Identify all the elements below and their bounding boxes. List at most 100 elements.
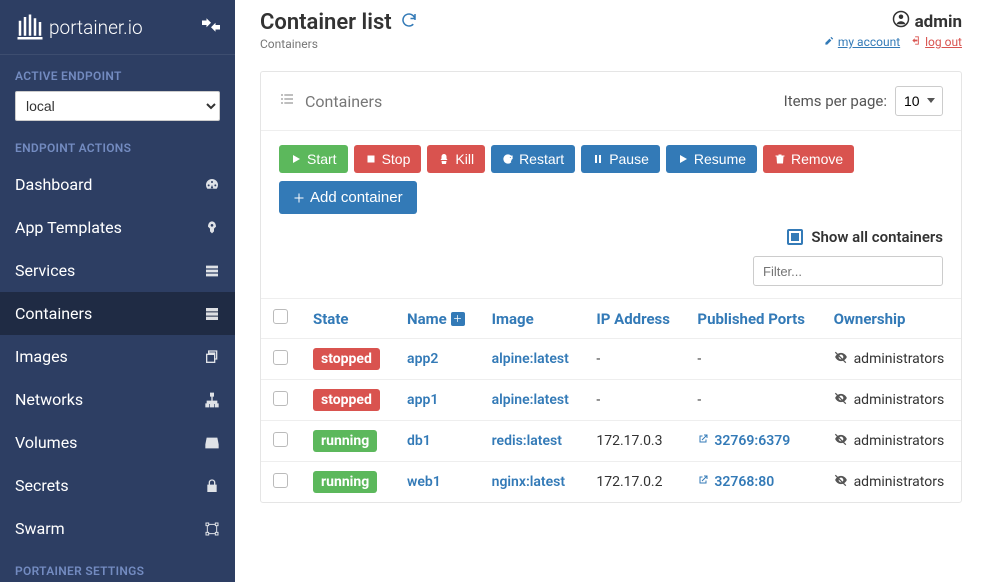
eye-slash-icon [834, 391, 848, 409]
sidebar-item-label: Services [15, 261, 75, 280]
show-all-checkbox[interactable] [787, 229, 803, 245]
eye-slash-icon [834, 350, 848, 368]
logo-text: portainer.io [49, 16, 143, 39]
table-row: running db1 redis:latest 172.17.0.3 32769:63… [261, 421, 961, 462]
endpoint-actions-label: ENDPOINT ACTIONS [0, 127, 235, 163]
sidebar-item-label: Dashboard [15, 175, 92, 194]
col-name[interactable]: Name [395, 299, 480, 339]
endpoint-select[interactable]: local [15, 91, 220, 121]
table-row: stoppedapp2alpine:latest--administrators [261, 339, 961, 380]
image-link[interactable]: redis:latest [492, 433, 562, 449]
row-checkbox[interactable] [273, 432, 288, 447]
container-name-link[interactable]: web1 [407, 474, 441, 490]
items-per-page-label: Items per page: [784, 92, 887, 110]
sidebar-item-label: Secrets [15, 476, 69, 495]
image-link[interactable]: alpine:latest [492, 392, 569, 408]
stop-button[interactable]: Stop [354, 145, 422, 173]
log-out-link[interactable]: log out [911, 35, 962, 49]
table-row: running web1 nginx:latest 172.17.0.2 32768:8… [261, 462, 961, 503]
sidebar: portainer.io ACTIVE ENDPOINT local ENDPO… [0, 0, 235, 582]
sidebar-item-label: App Templates [15, 218, 122, 237]
containers-panel: Containers Items per page: 10 Start Stop… [260, 71, 962, 503]
state-badge: running [313, 471, 377, 493]
username: admin [915, 12, 962, 32]
start-button[interactable]: Start [279, 145, 348, 173]
sidebar-toggle-icon[interactable] [202, 18, 220, 36]
sidebar-item-label: Swarm [15, 519, 65, 538]
sidebar-item-swarm[interactable]: Swarm [0, 507, 235, 550]
user-icon [892, 10, 910, 33]
pause-button[interactable]: Pause [581, 145, 660, 173]
list-icon [202, 262, 220, 280]
object-group-icon [202, 520, 220, 538]
sidebar-item-secrets[interactable]: Secrets [0, 464, 235, 507]
list-icon [279, 91, 295, 111]
lock-icon [202, 477, 220, 495]
filter-input[interactable] [753, 256, 943, 286]
row-checkbox[interactable] [273, 391, 288, 406]
logo-icon [15, 12, 45, 42]
ip-cell: - [584, 380, 685, 421]
sidebar-item-dashboard[interactable]: Dashboard [0, 163, 235, 206]
show-all-label: Show all containers [811, 228, 943, 246]
items-per-page-select[interactable]: 10 [895, 86, 943, 116]
remove-button[interactable]: Remove [763, 145, 854, 173]
sidebar-item-label: Networks [15, 390, 83, 409]
row-checkbox[interactable] [273, 473, 288, 488]
sidebar-item-images[interactable]: Images [0, 335, 235, 378]
restart-button[interactable]: Restart [491, 145, 575, 173]
sidebar-item-label: Containers [15, 304, 92, 323]
ip-cell: - [584, 339, 685, 380]
server-icon [202, 305, 220, 323]
sidebar-item-volumes[interactable]: Volumes [0, 421, 235, 464]
col-state[interactable]: State [301, 299, 395, 339]
sidebar-item-label: Volumes [15, 433, 77, 452]
sidebar-item-label: Images [15, 347, 68, 366]
sidebar-item-services[interactable]: Services [0, 249, 235, 292]
state-badge: stopped [313, 348, 380, 370]
port-link[interactable]: 32768:80 [697, 474, 774, 490]
eye-slash-icon [834, 432, 848, 450]
container-name-link[interactable]: app2 [407, 351, 438, 367]
resume-button[interactable]: Resume [666, 145, 757, 173]
image-link[interactable]: alpine:latest [492, 351, 569, 367]
active-endpoint-label: ACTIVE ENDPOINT [0, 55, 235, 91]
col-ip[interactable]: IP Address [584, 299, 685, 339]
container-name-link[interactable]: app1 [407, 392, 438, 408]
sitemap-icon [202, 391, 220, 409]
hdd-icon [202, 434, 220, 452]
col-image[interactable]: Image [480, 299, 585, 339]
container-name-link[interactable]: db1 [407, 433, 431, 449]
sidebar-item-containers[interactable]: Containers [0, 292, 235, 335]
col-ports[interactable]: Published Ports [685, 299, 821, 339]
main-content: Container list Containers admin my accou… [235, 0, 987, 582]
add-container-button[interactable]: Add container [279, 181, 417, 214]
my-account-link[interactable]: my account [824, 35, 900, 49]
ownership-cell: administrators [834, 350, 949, 368]
ip-cell: 172.17.0.2 [584, 462, 685, 503]
panel-heading: Containers [305, 92, 382, 111]
logo[interactable]: portainer.io [15, 12, 143, 42]
containers-table: State Name Image IP Address Published Po… [261, 298, 961, 502]
eye-slash-icon [834, 473, 848, 491]
page-title: Container list [260, 10, 418, 35]
row-checkbox[interactable] [273, 350, 288, 365]
ownership-cell: administrators [834, 391, 949, 409]
kill-button[interactable]: Kill [427, 145, 485, 173]
user-box: admin my account log out [824, 10, 962, 49]
select-all-checkbox[interactable] [273, 309, 288, 324]
external-link-icon [697, 433, 709, 449]
refresh-icon[interactable] [400, 10, 418, 35]
portainer-settings-label: PORTAINER SETTINGS [0, 550, 235, 586]
image-link[interactable]: nginx:latest [492, 474, 565, 490]
ownership-cell: administrators [834, 432, 949, 450]
ip-cell: 172.17.0.3 [584, 421, 685, 462]
sidebar-item-app-templates[interactable]: App Templates [0, 206, 235, 249]
clone-icon [202, 348, 220, 366]
state-badge: running [313, 430, 377, 452]
sidebar-item-networks[interactable]: Networks [0, 378, 235, 421]
external-link-icon [697, 474, 709, 490]
port-link[interactable]: 32769:6379 [697, 433, 790, 449]
col-ownership[interactable]: Ownership [822, 299, 961, 339]
table-row: stoppedapp1alpine:latest--administrators [261, 380, 961, 421]
